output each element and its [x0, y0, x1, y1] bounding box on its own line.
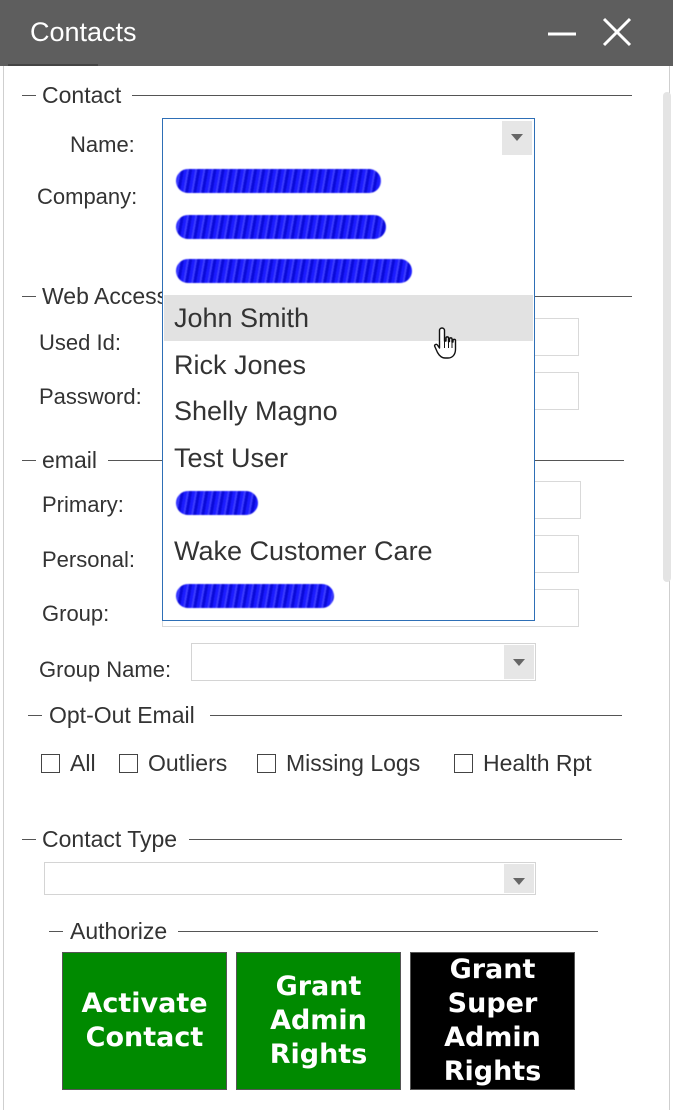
- opt-out-missing-logs-label[interactable]: Missing Logs: [286, 750, 420, 777]
- web-access-divider-left: [22, 296, 36, 297]
- personal-label: Personal:: [42, 547, 135, 572]
- minimize-icon[interactable]: [544, 14, 580, 50]
- opt-out-health-rpt-checkbox[interactable]: [454, 754, 473, 773]
- hand-pointer-icon: [433, 326, 461, 362]
- grant-admin-rights-label: Grant Admin Rights: [269, 971, 368, 1070]
- contact-type-legend: Contact Type: [42, 826, 178, 853]
- password-label: Password:: [39, 384, 142, 409]
- opt-out-all-label[interactable]: All: [70, 750, 96, 777]
- redacted-text: [176, 491, 258, 515]
- opt-out-health-rpt-label[interactable]: Health Rpt: [483, 750, 592, 777]
- primary-label: Primary:: [42, 492, 124, 517]
- dropdown-item-john-smith[interactable]: John Smith: [164, 295, 533, 341]
- redacted-text: [176, 259, 412, 283]
- redacted-text: [176, 169, 381, 193]
- dropdown-item-redacted[interactable]: [164, 159, 533, 205]
- group-label: Group:: [42, 601, 110, 626]
- opt-out-legend: Opt-Out Email: [49, 702, 195, 729]
- authorize-divider-right: [178, 931, 598, 932]
- dropdown-item-shelly-magno[interactable]: Shelly Magno: [164, 388, 533, 434]
- activate-contact-label: Activate Contact: [81, 988, 208, 1053]
- user-id-label: Used Id:: [39, 330, 121, 355]
- dropdown-item-rick-jones[interactable]: Rick Jones: [164, 342, 533, 388]
- group-name-label: Group Name:: [39, 657, 172, 682]
- opt-out-all-checkbox[interactable]: [41, 754, 60, 773]
- grant-super-admin-rights-button[interactable]: Grant Super Admin Rights: [410, 952, 575, 1090]
- contact-divider-left: [22, 95, 36, 96]
- email-divider-left: [22, 460, 36, 461]
- dropdown-item-redacted[interactable]: [164, 574, 533, 620]
- authorize-divider-left: [49, 931, 63, 932]
- grant-super-admin-rights-label: Grant Super Admin Rights: [443, 954, 542, 1087]
- redacted-text: [176, 584, 334, 608]
- contact-legend: Contact: [42, 82, 122, 109]
- company-label: Company:: [37, 184, 138, 209]
- opt-out-outliers-label[interactable]: Outliers: [148, 750, 227, 777]
- contact-type-divider-right: [189, 839, 622, 840]
- name-label: Name:: [70, 132, 135, 157]
- chevron-down-icon[interactable]: [504, 645, 534, 679]
- window-title: Contacts: [30, 17, 137, 47]
- chevron-down-icon[interactable]: [502, 121, 532, 155]
- contact-divider-right: [132, 95, 632, 96]
- name-dropdown[interactable]: John Smith Rick Jones Shelly Magno Test …: [162, 118, 535, 621]
- opt-out-divider-left: [28, 715, 42, 716]
- email-legend: email: [42, 447, 97, 474]
- grant-admin-rights-button[interactable]: Grant Admin Rights: [236, 952, 401, 1090]
- contact-type-divider-left: [22, 839, 36, 840]
- title-bar: Contacts: [0, 0, 673, 66]
- opt-out-outliers-checkbox[interactable]: [119, 754, 138, 773]
- chevron-down-icon[interactable]: [504, 864, 534, 893]
- web-access-legend: Web Access: [42, 283, 169, 310]
- dropdown-item-wake-customer-care[interactable]: Wake Customer Care: [164, 528, 533, 574]
- dropdown-item-test-user[interactable]: Test User: [164, 435, 533, 481]
- close-icon[interactable]: [599, 14, 635, 50]
- contact-type-select[interactable]: [44, 862, 536, 895]
- redacted-text: [176, 215, 386, 239]
- opt-out-divider-right: [210, 715, 622, 716]
- dropdown-item-redacted[interactable]: [164, 249, 533, 295]
- dropdown-item-redacted[interactable]: [164, 205, 533, 251]
- vertical-scrollbar[interactable]: [663, 92, 671, 582]
- opt-out-missing-logs-checkbox[interactable]: [257, 754, 276, 773]
- activate-contact-button[interactable]: Activate Contact: [62, 952, 227, 1090]
- dropdown-item-redacted[interactable]: [164, 481, 533, 527]
- authorize-legend: Authorize: [70, 918, 168, 945]
- group-name-select[interactable]: [191, 643, 536, 681]
